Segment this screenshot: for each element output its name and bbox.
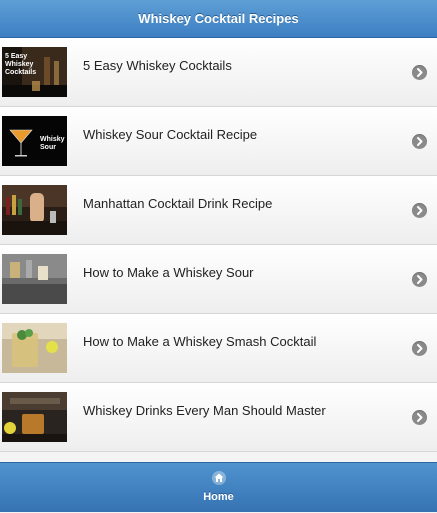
- home-label: Home: [203, 491, 234, 503]
- home-button[interactable]: Home: [0, 463, 437, 513]
- video-list: 5 Easy Whiskey Cocktails 5 Easy Whiskey …: [0, 38, 437, 452]
- item-title: Manhattan Cocktail Drink Recipe: [83, 196, 273, 211]
- bartender-thumbnail: [2, 185, 67, 235]
- chevron-right-icon: [412, 65, 427, 80]
- thumbnail-caption: Whisky Sour: [40, 136, 65, 151]
- chevron-right-icon: [412, 203, 427, 218]
- mint-glass-thumbnail: [2, 323, 67, 373]
- item-title: How to Make a Whiskey Sour: [83, 265, 254, 280]
- chevron-right-icon: [412, 341, 427, 356]
- page-title: Whiskey Cocktail Recipes: [138, 11, 299, 26]
- item-title: Whiskey Sour Cocktail Recipe: [83, 127, 258, 142]
- bar-counter-thumbnail: [2, 254, 67, 304]
- list-item[interactable]: 5 Easy Whiskey Cocktails 5 Easy Whiskey …: [0, 38, 437, 107]
- list-item[interactable]: How to Make a Whiskey Smash Cocktail: [0, 314, 437, 383]
- footer-navbar: Home: [0, 462, 437, 512]
- home-icon: [212, 471, 226, 485]
- chevron-right-icon: [412, 134, 427, 149]
- list-item[interactable]: Whiskey Drinks Every Man Should Master: [0, 383, 437, 452]
- item-title: How to Make a Whiskey Smash Cocktail: [83, 334, 317, 349]
- item-title: 5 Easy Whiskey Cocktails: [83, 58, 232, 73]
- item-title: Whiskey Drinks Every Man Should Master: [83, 403, 326, 418]
- list-item[interactable]: Whisky Sour Whiskey Sour Cocktail Recipe: [0, 107, 437, 176]
- martini-glass-thumbnail: Whisky Sour: [2, 116, 67, 166]
- thumbnail-caption: 5 Easy Whiskey Cocktails: [5, 53, 37, 76]
- list-item[interactable]: Manhattan Cocktail Drink Recipe: [0, 176, 437, 245]
- list-item[interactable]: How to Make a Whiskey Sour: [0, 245, 437, 314]
- app-header: Whiskey Cocktail Recipes: [0, 0, 437, 38]
- cocktail-bar-thumbnail: 5 Easy Whiskey Cocktails: [2, 47, 67, 97]
- whiskey-glass-thumbnail: [2, 392, 67, 442]
- chevron-right-icon: [412, 410, 427, 425]
- chevron-right-icon: [412, 272, 427, 287]
